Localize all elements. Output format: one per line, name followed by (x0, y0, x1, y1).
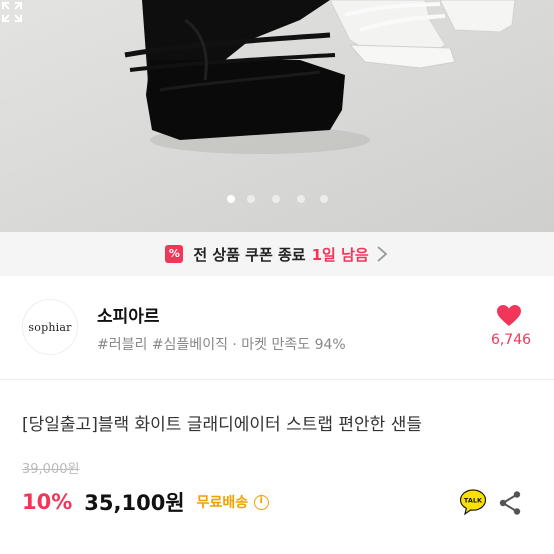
info-icon-glyph: i (259, 494, 263, 506)
coupon-banner[interactable]: % 전 상품 쿠폰 종료 1일 남음 (0, 232, 554, 276)
expand-icon[interactable] (0, 0, 24, 24)
shop-tags: #러블리 #심플베이직 · 마켓 만족도 94% (97, 337, 346, 353)
coupon-icon: % (165, 245, 184, 263)
chevron-right-icon (377, 246, 388, 262)
info-icon[interactable]: i (254, 494, 270, 510)
coupon-text: 전 상품 쿠폰 종료 (193, 245, 306, 264)
like-count: 6,746 (490, 332, 532, 348)
discount-rate: 10% (22, 490, 73, 514)
slide-dot-2[interactable] (247, 195, 255, 203)
shop-name[interactable]: 소피아르 (97, 302, 160, 327)
slide-dot-5[interactable] (320, 195, 328, 203)
slide-dot-1[interactable] (227, 195, 235, 203)
shop-row[interactable]: sophiar 소피아르 #러블리 #심플베이직 · 마켓 만족도 94% 6,… (0, 276, 554, 380)
shop-logo-text: sophiar (28, 320, 72, 334)
slide-indicator[interactable] (0, 193, 554, 205)
coupon-icon-glyph: % (168, 247, 180, 260)
original-price: 39,000원 (22, 462, 80, 477)
shipping-badge: 무료배송 (196, 495, 249, 511)
heart-icon[interactable] (496, 304, 522, 328)
coupon-remaining: 1일 남음 (311, 245, 369, 264)
product-title: [당일출고]블랙 화이트 글래디에이터 스트랩 편안한 샌들 (22, 415, 423, 435)
product-image[interactable] (0, 0, 554, 232)
share-icon[interactable] (498, 490, 522, 516)
shop-logo[interactable]: sophiar (22, 299, 78, 355)
slide-dot-4[interactable] (297, 195, 305, 203)
kakao-talk-icon[interactable]: TALK (458, 487, 488, 517)
price-row: 10% 35,100원 무료배송 i (22, 487, 270, 517)
sale-price: 35,100원 (84, 491, 185, 515)
slide-dot-3[interactable] (272, 195, 280, 203)
kakao-talk-label: TALK (464, 497, 483, 505)
